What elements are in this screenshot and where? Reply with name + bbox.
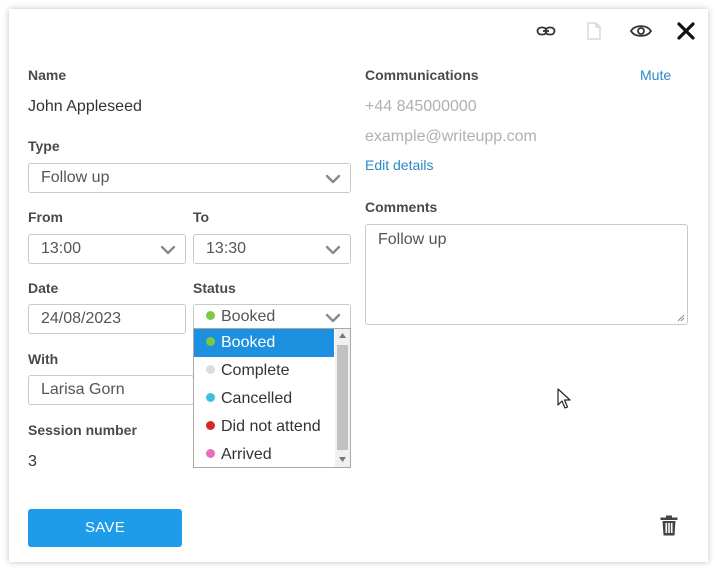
scroll-down-icon[interactable]: [339, 457, 346, 462]
chevron-down-icon: [160, 245, 176, 255]
status-select[interactable]: Booked: [193, 304, 351, 330]
session-value: 3: [28, 453, 37, 470]
status-dot: [206, 449, 215, 458]
with-value: Larisa Gorn: [41, 381, 125, 398]
eye-icon[interactable]: [629, 23, 653, 44]
status-dropdown: Booked Complete Cancelled Did not attend…: [193, 328, 351, 468]
with-select[interactable]: Larisa Gorn: [28, 375, 194, 405]
date-input[interactable]: 24/08/2023: [28, 304, 186, 334]
chevron-down-icon: [325, 174, 341, 184]
mouse-cursor-icon: [557, 388, 571, 409]
status-dot: [206, 393, 215, 402]
comments-value: Follow up: [378, 231, 447, 248]
status-option-did-not-attend[interactable]: Did not attend: [194, 413, 334, 441]
session-label: Session number: [28, 422, 137, 438]
chevron-down-icon: [325, 313, 341, 323]
from-select[interactable]: 13:00: [28, 234, 186, 264]
status-option-booked[interactable]: Booked: [194, 329, 334, 357]
scroll-up-icon[interactable]: [339, 333, 346, 338]
resize-handle-icon[interactable]: [677, 314, 685, 322]
document-icon[interactable]: [586, 22, 602, 45]
status-value: Booked: [221, 308, 276, 325]
status-dot: [206, 337, 215, 346]
phone-value: +44 845000000: [365, 98, 477, 115]
comments-label: Comments: [365, 199, 438, 215]
from-label: From: [28, 209, 63, 225]
communications-label: Communications: [365, 67, 479, 83]
date-value: 24/08/2023: [41, 310, 122, 327]
status-option-arrived[interactable]: Arrived: [194, 441, 334, 469]
name-value: John Appleseed: [28, 98, 142, 115]
edit-details-link[interactable]: Edit details: [365, 157, 433, 173]
status-label: Status: [193, 280, 236, 296]
with-label: With: [28, 351, 59, 367]
type-value: Follow up: [41, 169, 110, 186]
status-option-complete[interactable]: Complete: [194, 357, 334, 385]
to-value: 13:30: [206, 240, 247, 257]
link-icon[interactable]: [536, 23, 556, 44]
name-label: Name: [28, 67, 67, 83]
to-label: To: [193, 209, 210, 225]
to-select[interactable]: 13:30: [193, 234, 351, 264]
status-dot: [206, 365, 215, 374]
scrollbar-thumb[interactable]: [337, 345, 348, 450]
comments-textarea[interactable]: Follow up: [365, 224, 688, 325]
mute-link[interactable]: Mute: [640, 67, 671, 83]
close-icon[interactable]: [677, 22, 695, 45]
status-dot: [206, 421, 215, 430]
from-value: 13:00: [41, 240, 82, 257]
date-label: Date: [28, 280, 59, 296]
type-label: Type: [28, 138, 60, 154]
status-dot: [206, 311, 215, 320]
save-button[interactable]: SAVE: [28, 509, 182, 547]
trash-icon[interactable]: [660, 515, 678, 541]
appointment-modal: Name John Appleseed Type Follow up From …: [9, 9, 708, 562]
email-value: example@writeupp.com: [365, 128, 537, 145]
status-option-cancelled[interactable]: Cancelled: [194, 385, 334, 413]
chevron-down-icon: [325, 245, 341, 255]
type-select[interactable]: Follow up: [28, 163, 351, 193]
dropdown-scrollbar[interactable]: [335, 329, 350, 467]
